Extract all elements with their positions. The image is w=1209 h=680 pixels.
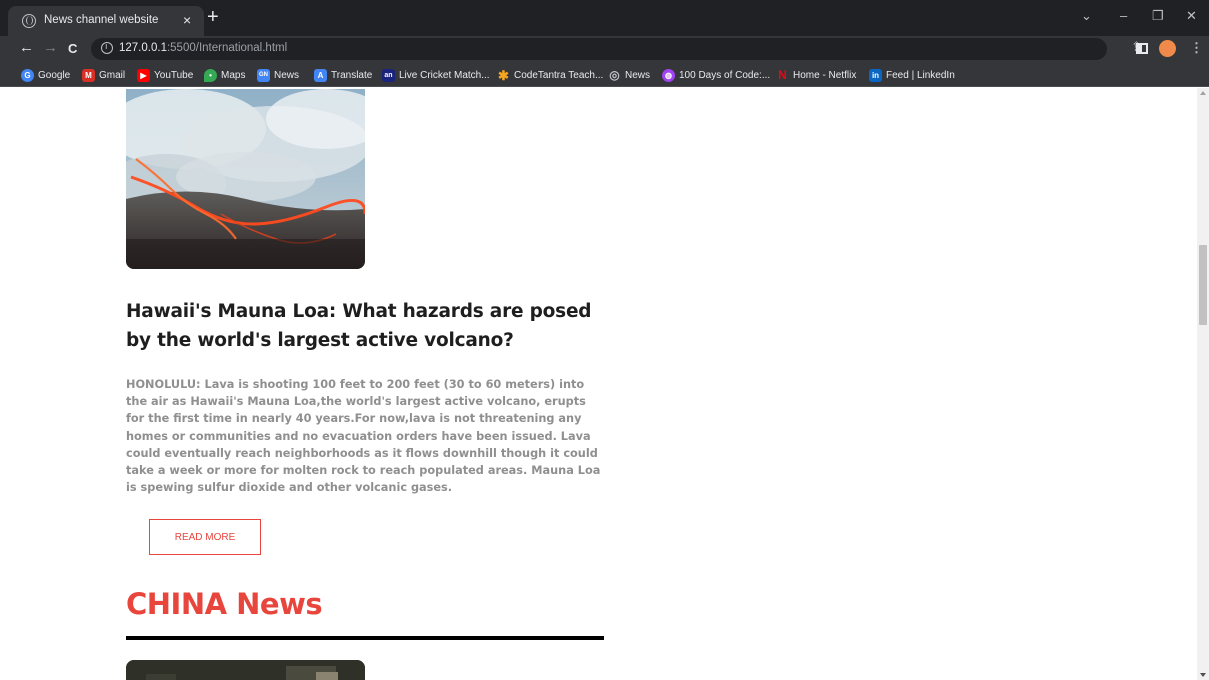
- bookmark-label: Feed | LinkedIn: [886, 69, 955, 81]
- scroll-down-arrow-icon[interactable]: [1200, 673, 1206, 677]
- tab-title: News channel website: [44, 14, 159, 26]
- bookmark-live-cricket[interactable]: an Live Cricket Match...: [382, 67, 490, 83]
- reload-icon[interactable]: C: [68, 40, 77, 58]
- article-image-volcano: [126, 89, 365, 269]
- youtube-icon: ▶: [137, 68, 150, 82]
- bookmark-label: Maps: [221, 69, 246, 81]
- profile-avatar[interactable]: [1159, 40, 1176, 57]
- course-icon: ◍: [662, 68, 675, 82]
- maps-icon: •: [204, 68, 217, 82]
- url-path: :5500/International.html: [166, 42, 288, 54]
- page-viewport: Hawaii's Mauna Loa: What hazards are pos…: [0, 88, 1197, 680]
- bookmark-youtube[interactable]: ▶ YouTube: [137, 67, 193, 83]
- bookmark-label: News: [625, 69, 651, 81]
- gmail-icon: M: [82, 68, 95, 82]
- bookmark-linkedin[interactable]: in Feed | LinkedIn: [869, 67, 955, 83]
- restore-icon[interactable]: ❐: [1152, 8, 1164, 24]
- article-image-china: [126, 660, 365, 680]
- article-body: HONOLULU: Lava is shooting 100 feet to 2…: [126, 378, 601, 495]
- browser-tab-bar: News channel website × + ⌄ – ❐ ✕: [0, 0, 1209, 36]
- close-window-icon[interactable]: ✕: [1186, 8, 1197, 24]
- bookmark-label: News: [274, 69, 300, 81]
- google-icon: G: [21, 68, 34, 82]
- bookmark-translate[interactable]: A Translate: [314, 67, 372, 83]
- section-title: CHINA News: [126, 587, 323, 621]
- linkedin-icon: in: [869, 68, 882, 82]
- bookmark-label: Live Cricket Match...: [399, 69, 490, 81]
- cricket-icon: an: [382, 68, 395, 82]
- section-divider: [126, 636, 604, 640]
- url-host: 127.0.0.1: [119, 42, 167, 54]
- bookmark-news-globe[interactable]: ◎ News: [608, 67, 650, 83]
- globe-icon: [22, 14, 36, 28]
- bookmark-label: Home - Netflix: [793, 69, 857, 81]
- bookmark-label: Gmail: [99, 69, 126, 81]
- codetantra-icon: ✱: [498, 67, 509, 83]
- bookmark-label: Translate: [331, 69, 373, 81]
- tab-search-chevron-icon[interactable]: ⌄: [1081, 8, 1092, 24]
- bookmark-label: 100 Days of Code:...: [679, 69, 771, 81]
- article-title[interactable]: Hawaii's Mauna Loa: What hazards are pos…: [126, 297, 606, 355]
- tab-close-icon[interactable]: ×: [183, 12, 191, 28]
- url-text[interactable]: 127.0.0.1:5500/International.html: [119, 42, 287, 54]
- page-scrollbar[interactable]: [1197, 88, 1209, 680]
- bookmark-news[interactable]: GN News: [257, 67, 299, 83]
- back-icon[interactable]: ←: [19, 39, 34, 57]
- site-info-icon[interactable]: [101, 42, 113, 54]
- browser-toolbar: ← → C 127.0.0.1:5500/International.html …: [0, 36, 1209, 62]
- bookmark-label: YouTube: [154, 69, 194, 81]
- bookmark-codetantra[interactable]: ✱ CodeTantra Teach...: [497, 67, 603, 83]
- bookmarks-bar: G Google M Gmail ▶ YouTube • Maps GN New…: [0, 62, 1209, 87]
- google-news-icon: GN: [257, 68, 270, 82]
- translate-icon: A: [314, 68, 327, 82]
- scrollbar-thumb[interactable]: [1199, 245, 1207, 325]
- bookmark-google[interactable]: G Google: [21, 67, 70, 83]
- bookmark-label: CodeTantra Teach...: [514, 69, 604, 81]
- minimize-icon[interactable]: –: [1120, 8, 1127, 24]
- side-panel-icon[interactable]: [1136, 43, 1148, 54]
- globe-icon: ◎: [609, 67, 620, 82]
- forward-icon[interactable]: →: [43, 39, 58, 57]
- bookmark-gmail[interactable]: M Gmail: [82, 67, 125, 83]
- bookmark-maps[interactable]: • Maps: [204, 67, 245, 83]
- netflix-icon: N: [778, 67, 787, 82]
- bookmark-netflix[interactable]: N Home - Netflix: [776, 67, 856, 83]
- bookmark-100-days[interactable]: ◍ 100 Days of Code:...: [662, 67, 770, 83]
- browser-tab[interactable]: News channel website ×: [8, 6, 204, 36]
- scroll-up-arrow-icon[interactable]: [1200, 91, 1206, 95]
- bookmark-label: Google: [38, 69, 71, 81]
- menu-icon[interactable]: ⋮: [1190, 40, 1203, 56]
- new-tab-icon[interactable]: +: [207, 7, 219, 27]
- read-more-button[interactable]: READ MORE: [149, 519, 261, 555]
- address-bar[interactable]: 127.0.0.1:5500/International.html ⇪ ☆: [91, 38, 1174, 60]
